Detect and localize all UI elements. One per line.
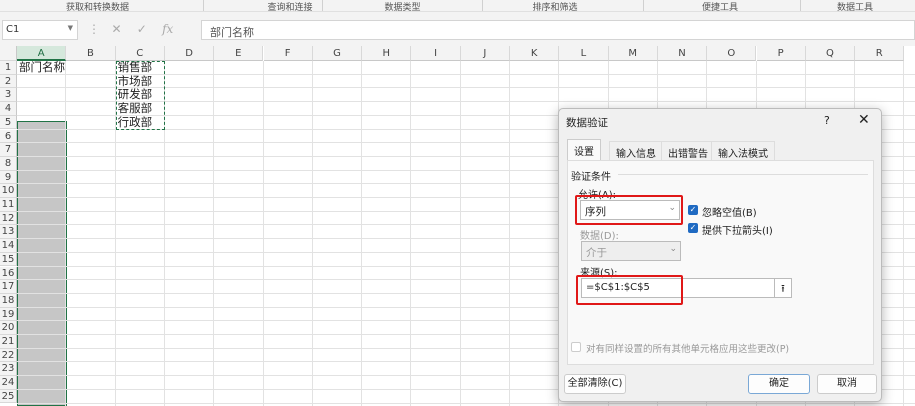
column-header-r[interactable]: R [855, 46, 905, 61]
row-header-11[interactable]: 11 [0, 198, 17, 212]
column-header-n[interactable]: N [657, 46, 708, 61]
row-header-5[interactable]: 5 [0, 115, 17, 130]
tab-ime-mode[interactable]: 输入法模式 [711, 141, 775, 160]
row-header-23[interactable]: 23 [0, 362, 17, 377]
enter-icon[interactable]: ✓ [137, 22, 147, 36]
settings-panel: 验证条件 允许(A): 序列 ⌄ 数据(D): 介于 ⌄ ✓ 忽略空值(B) ✓ 提… [567, 160, 874, 365]
row-header-9[interactable]: 9 [0, 170, 17, 185]
close-button[interactable]: ✕ [858, 112, 870, 128]
gridline [262, 61, 264, 406]
column-header-e[interactable]: E [214, 46, 264, 61]
row-header-20[interactable]: 20 [0, 321, 17, 335]
tab-error-alert[interactable]: 出错警告 [661, 141, 715, 160]
row-header-13[interactable]: 13 [0, 225, 17, 240]
row-header-21[interactable]: 21 [0, 335, 17, 349]
chevron-down-icon: ⌄ [669, 244, 677, 254]
copy-marquee [116, 61, 165, 130]
column-header-i[interactable]: I [411, 46, 461, 61]
row-header-18[interactable]: 18 [0, 293, 17, 308]
gridline [459, 61, 461, 406]
ok-button[interactable]: 确定 [748, 374, 810, 394]
section-label: 验证条件 [571, 172, 611, 183]
data-validation-dialog: 数据验证 ? ✕ 设置 输入信息 出错警告 输入法模式 验证条件 允许(A): … [558, 108, 882, 402]
highlight-source [576, 275, 683, 305]
gridline [65, 61, 67, 406]
more-icon: ⋮ [88, 22, 100, 36]
name-box[interactable]: C1 ▼ [2, 20, 78, 40]
upload-arrow-icon: ⭱ [781, 283, 785, 295]
gridline [311, 61, 313, 406]
data-select: 介于 ⌄ [581, 241, 681, 261]
cancel-icon[interactable]: ✕ [111, 22, 121, 36]
row-header-8[interactable]: 8 [0, 156, 17, 171]
row-header-17[interactable]: 17 [0, 280, 17, 294]
column-header-q[interactable]: Q [805, 46, 856, 61]
cancel-button[interactable]: 取消 [817, 374, 877, 394]
row-header-4[interactable]: 4 [0, 102, 17, 116]
formula-input[interactable]: 部门名称 [201, 20, 915, 40]
dropdown-arrow-label: 提供下拉箭头(I) [702, 226, 773, 237]
gridline [213, 61, 215, 406]
row-header-25[interactable]: 25 [0, 389, 17, 404]
column-header-m[interactable]: M [608, 46, 658, 61]
column-header-k[interactable]: K [510, 46, 560, 61]
row-header-19[interactable]: 19 [0, 307, 17, 322]
apply-all-label: 对有同样设置的所有其他单元格应用这些更改(P) [586, 344, 790, 355]
formula-bar: C1 ▼ ⋮ ✕ ✓ fx 部门名称 [0, 12, 915, 46]
column-header-b[interactable]: B [66, 46, 116, 61]
column-header-d[interactable]: D [164, 46, 215, 61]
help-button[interactable]: ? [824, 114, 830, 127]
gridline [509, 61, 510, 406]
row-header-12[interactable]: 12 [0, 211, 17, 226]
insert-function-icon[interactable]: fx [162, 22, 173, 36]
row-header-22[interactable]: 22 [0, 348, 17, 363]
row-header-3[interactable]: 3 [0, 88, 17, 103]
row-header-16[interactable]: 16 [0, 266, 17, 281]
gridline [17, 402, 915, 404]
apply-all-checkbox[interactable] [571, 342, 581, 352]
tab-settings[interactable]: 设置 [567, 139, 601, 160]
dialog-title: 数据验证 [566, 117, 608, 129]
row-header-10[interactable]: 10 [0, 184, 17, 198]
tab-input-message[interactable]: 输入信息 [609, 141, 663, 160]
column-header-f[interactable]: F [263, 46, 313, 61]
column-header-l[interactable]: L [559, 46, 609, 61]
row-header-1[interactable]: 1 [0, 61, 17, 75]
select-all-corner[interactable] [0, 46, 17, 61]
gridline [361, 61, 363, 406]
highlight-allow [575, 195, 683, 225]
row-header-14[interactable]: 14 [0, 239, 17, 253]
column-header-h[interactable]: H [362, 46, 412, 61]
row-header-2[interactable]: 2 [0, 74, 17, 89]
dropdown-arrow-checkbox[interactable]: ✓ [688, 223, 698, 233]
column-header-p[interactable]: P [756, 46, 806, 61]
clear-all-button[interactable]: 全部清除(C) [564, 374, 626, 394]
data-label: 数据(D): [580, 231, 619, 242]
ignore-blank-checkbox[interactable]: ✓ [688, 205, 698, 215]
row-header-6[interactable]: 6 [0, 129, 17, 144]
selected-column-a [17, 121, 67, 406]
column-header-c[interactable]: C [115, 46, 165, 61]
gridline [903, 61, 905, 406]
data-value: 介于 [586, 247, 607, 259]
name-box-value: C1 [6, 24, 20, 35]
row-header-15[interactable]: 15 [0, 252, 17, 267]
column-header-o[interactable]: O [707, 46, 757, 61]
row-header-7[interactable]: 7 [0, 143, 17, 157]
collapse-range-button[interactable]: ⭱ [774, 278, 792, 298]
gridline [410, 61, 412, 406]
column-header-j[interactable]: J [460, 46, 510, 61]
ignore-blank-label: 忽略空值(B) [702, 208, 757, 219]
column-header-a[interactable]: A [17, 46, 67, 61]
chevron-down-icon[interactable]: ▼ [68, 24, 73, 32]
column-header-g[interactable]: G [312, 46, 363, 61]
ribbon-group-labels: 获取和转换数据 查询和连接 数据类型 排序和筛选 便捷工具 数据工具 [0, 0, 915, 13]
row-header-24[interactable]: 24 [0, 376, 17, 390]
